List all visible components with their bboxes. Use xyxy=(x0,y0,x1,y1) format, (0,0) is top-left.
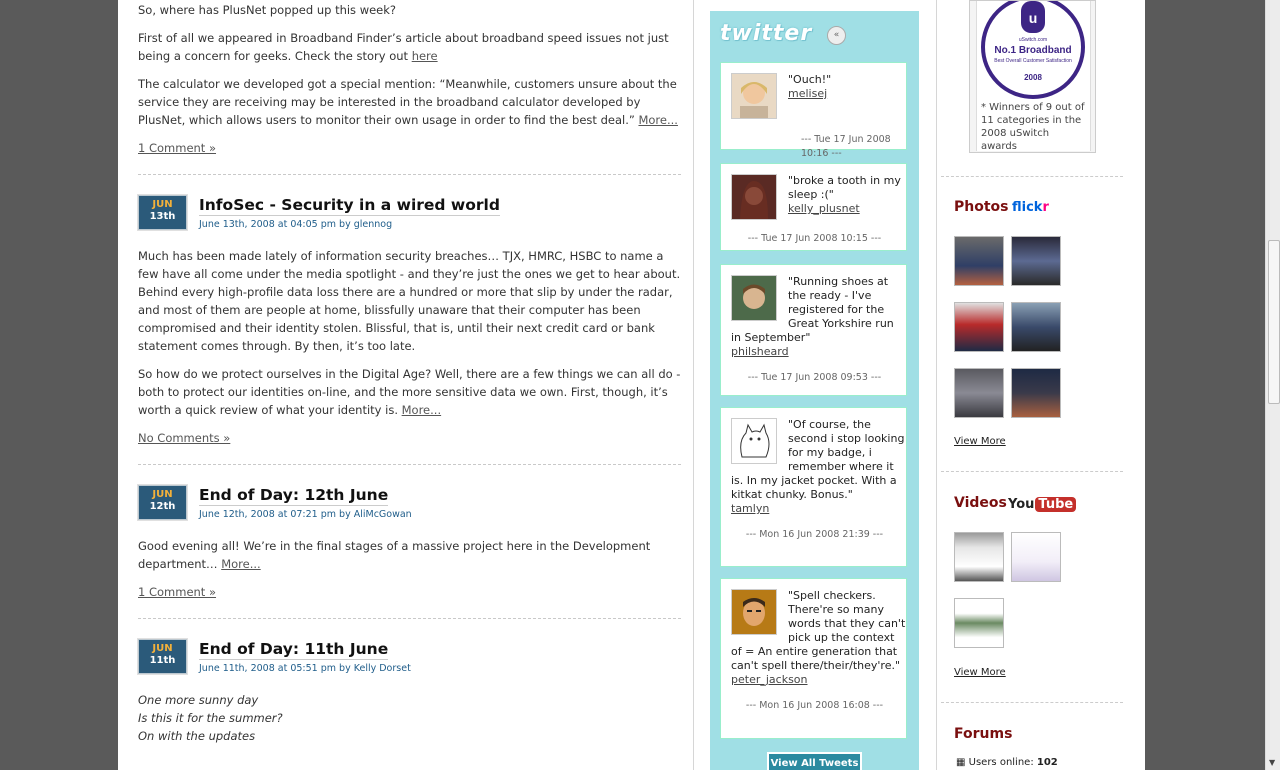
post-divider xyxy=(138,464,681,465)
avatar[interactable] xyxy=(731,589,777,635)
photo-thumb[interactable] xyxy=(954,236,1004,286)
section-divider xyxy=(941,702,1123,703)
post-divider xyxy=(138,174,681,175)
blog-posts: So, where has PlusNet popped up this wee… xyxy=(138,0,681,745)
post-infosec: JUN 13th InfoSec - Security in a wired wo… xyxy=(138,195,681,447)
more-link[interactable]: More... xyxy=(402,403,441,417)
uswitch-note: * Winners of 9 out of 11 categories in t… xyxy=(981,102,1085,152)
post-text: Good evening all! We’re in the final sta… xyxy=(138,539,651,571)
scrollbar-thumb[interactable] xyxy=(1268,240,1280,404)
photo-thumb[interactable] xyxy=(1011,368,1061,418)
videos-title: Videos xyxy=(954,495,1007,511)
date-badge: JUN 11th xyxy=(138,639,187,674)
tweet-card: "Spell checkers. There're so many words … xyxy=(720,578,907,739)
here-link[interactable]: here xyxy=(412,49,438,63)
post-title-link[interactable]: End of Day: 11th June xyxy=(199,639,389,660)
column-divider xyxy=(936,0,937,770)
comments-link[interactable]: No Comments » xyxy=(138,431,230,445)
svg-text:2008: 2008 xyxy=(1024,73,1042,82)
tweet-time: --- Tue 17 Jun 2008 09:53 --- xyxy=(747,372,882,383)
poem-line: On with the updates xyxy=(138,729,256,743)
avatar[interactable] xyxy=(731,73,777,119)
svg-text:uSwitch.com: uSwitch.com xyxy=(1019,37,1047,43)
post-text: So, where has PlusNet popped up this wee… xyxy=(138,3,397,17)
tweet-card: "Running shoes at the ready - I've regis… xyxy=(720,264,907,396)
post-text: First of all we appeared in Broadband Fi… xyxy=(138,31,669,63)
post-eod12: JUN 12th End of Day: 12th June June 12th,… xyxy=(138,485,681,601)
view-all-tweets-button[interactable]: View All Tweets xyxy=(767,752,862,770)
post-meta: June 13th, 2008 at 04:05 pm by glennog xyxy=(199,219,393,230)
post-title-link[interactable]: InfoSec - Security in a wired world xyxy=(199,195,500,216)
video-thumb[interactable] xyxy=(954,598,1004,648)
section-divider xyxy=(941,471,1123,472)
comments-link[interactable]: 1 Comment » xyxy=(138,585,216,599)
more-link[interactable]: More... xyxy=(221,557,260,571)
videos-view-more-link[interactable]: View More xyxy=(954,667,1006,678)
tweet-card: "broke a tooth in my sleep :(" kelly_plu… xyxy=(720,163,907,251)
tweet-card: "Of course, the second i stop looking fo… xyxy=(720,407,907,567)
tweet-card: "Ouch!" melisej --- Tue 17 Jun 2008 10:1… xyxy=(720,62,907,159)
date-badge: JUN 12th xyxy=(138,485,187,520)
more-link[interactable]: More... xyxy=(638,113,677,127)
svg-text:Best Overall Customer Satisfac: Best Overall Customer Satisfaction xyxy=(994,58,1072,64)
photos-view-more-link[interactable]: View More xyxy=(954,436,1006,447)
column-divider xyxy=(693,0,694,770)
uswitch-award: u uSwitch.com No.1 Broadband Best Overal… xyxy=(969,0,1096,153)
tweet-user-link[interactable]: philsheard xyxy=(731,345,789,359)
photo-thumb[interactable] xyxy=(1011,302,1061,352)
svg-text:u: u xyxy=(1029,10,1038,26)
avatar[interactable] xyxy=(731,275,777,321)
tweet-time: --- Mon 16 Jun 2008 16:08 --- xyxy=(745,700,884,711)
tweet-time: --- Mon 16 Jun 2008 21:39 --- xyxy=(745,529,884,540)
date-badge: JUN 13th xyxy=(138,195,187,230)
post-text: So how do we protect ourselves in the Di… xyxy=(138,367,681,417)
poem-line: One more sunny day xyxy=(138,693,259,707)
post-title-link[interactable]: End of Day: 12th June xyxy=(199,485,389,506)
users-icon: ▦ xyxy=(956,757,966,768)
section-divider xyxy=(941,176,1123,177)
post-divider xyxy=(138,618,681,619)
youtube-logo: You Tube xyxy=(1008,497,1077,512)
flickr-logo: flickr xyxy=(1012,200,1049,215)
post-meta: June 11th, 2008 at 05:51 pm by Kelly Dor… xyxy=(199,663,411,674)
tweet-user-link[interactable]: peter_jackson xyxy=(731,673,808,687)
twitter-logo: twitter xyxy=(720,21,813,46)
tweet-user-link[interactable]: tamlyn xyxy=(731,502,769,516)
tweet-time: --- Tue 17 Jun 2008 10:15 --- xyxy=(747,233,882,244)
uswitch-badge-icon: u uSwitch.com No.1 Broadband Best Overal… xyxy=(981,1,1085,99)
video-thumb[interactable] xyxy=(954,532,1004,582)
photos-title: Photos xyxy=(954,199,1009,215)
twitter-panel: twitter « "Ouch!" melisej --- Tue 17 Jun… xyxy=(710,11,919,770)
video-thumb[interactable] xyxy=(1011,532,1061,582)
poem-line: Is this it for the summer? xyxy=(138,711,283,725)
photo-thumb[interactable] xyxy=(954,302,1004,352)
svg-text:No.1 Broadband: No.1 Broadband xyxy=(994,45,1071,56)
page: So, where has PlusNet popped up this wee… xyxy=(118,0,1145,770)
tweet-time: --- Tue 17 Jun 2008 10:16 --- xyxy=(801,134,891,159)
avatar[interactable] xyxy=(731,418,777,464)
forums-title: Forums xyxy=(954,726,1013,742)
post-meta: June 12th, 2008 at 07:21 pm by AliMcGowa… xyxy=(199,509,412,520)
collapse-icon[interactable]: « xyxy=(827,26,846,45)
vertical-scrollbar[interactable]: ▼ xyxy=(1265,0,1280,770)
post-eod11: JUN 11th End of Day: 11th June June 11th,… xyxy=(138,639,681,745)
post-text: Much has been made lately of information… xyxy=(138,249,681,353)
photo-thumb[interactable] xyxy=(954,368,1004,418)
post-text: The calculator we developed got a specia… xyxy=(138,77,678,127)
avatar[interactable] xyxy=(731,174,777,220)
photo-thumb[interactable] xyxy=(1011,236,1061,286)
scroll-down-icon[interactable]: ▼ xyxy=(1269,758,1275,767)
users-online: ▦ Users online: 102 xyxy=(956,757,1058,768)
comments-link[interactable]: 1 Comment » xyxy=(138,141,216,155)
tweet-user-link[interactable]: melisej xyxy=(788,87,827,101)
tweet-user-link[interactable]: kelly_plusnet xyxy=(788,202,860,216)
